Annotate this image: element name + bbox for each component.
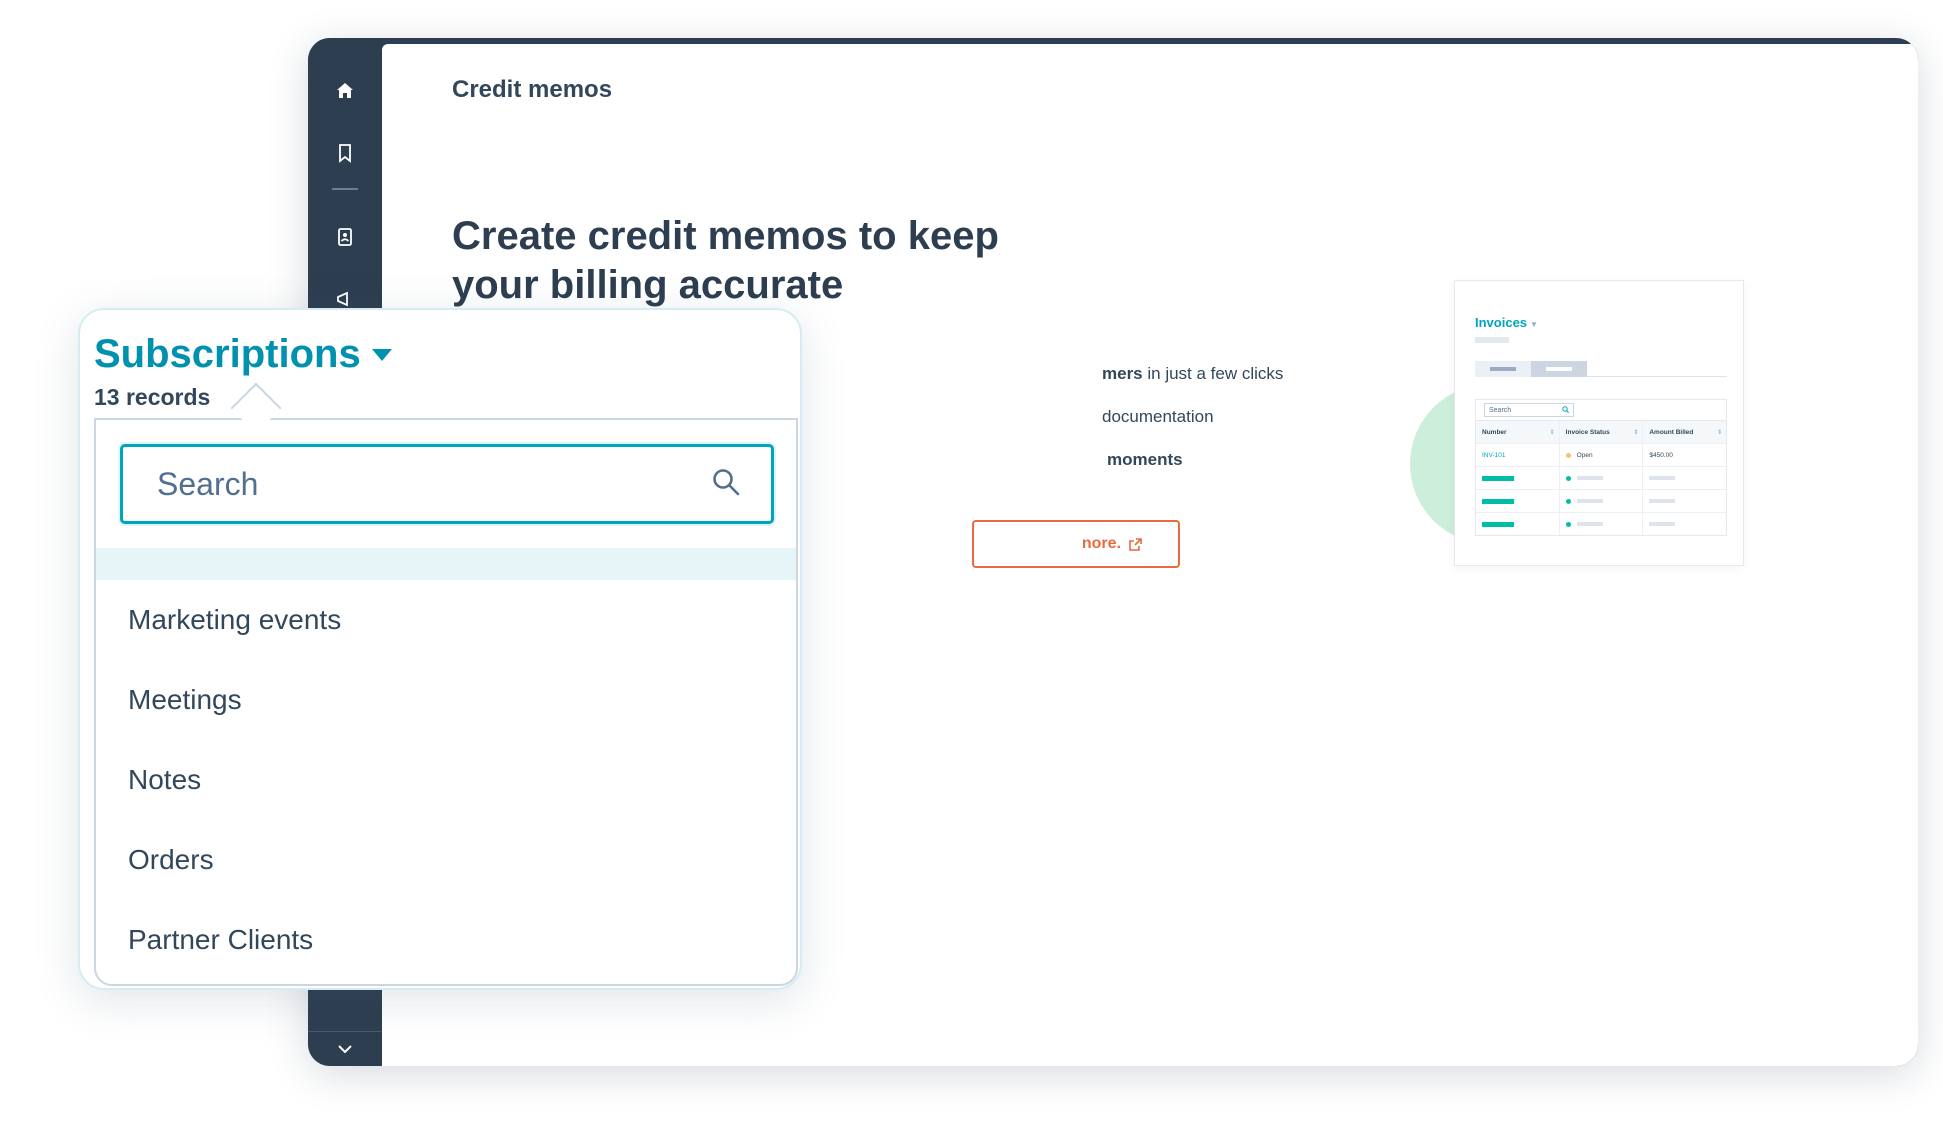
invoices-search-row: Search — [1476, 400, 1726, 421]
table-cell — [1643, 490, 1726, 512]
status-dot — [1565, 475, 1571, 481]
list-item[interactable]: Partner Clients — [96, 900, 796, 980]
sort-icon: ⇕ — [1549, 429, 1555, 436]
table-cell — [1643, 513, 1726, 535]
invoices-search-placeholder: Search — [1489, 406, 1512, 414]
invoices-tab — [1475, 361, 1531, 377]
invoices-title: Invoices ▼ — [1475, 315, 1538, 330]
learn-more-button[interactable]: nore. — [972, 520, 1180, 568]
table-cell — [1476, 467, 1560, 489]
table-cell: INV-101 — [1476, 444, 1560, 466]
external-link-icon — [1129, 537, 1142, 551]
sort-icon: ⇕ — [1633, 429, 1639, 436]
list-item[interactable]: Notes — [96, 740, 796, 820]
table-cell — [1476, 490, 1560, 512]
highlighted-list-item[interactable] — [96, 548, 796, 580]
nav-bottom-divider — [308, 1031, 382, 1032]
sort-icon: ⇕ — [1716, 429, 1723, 436]
feature-text: in just a few clicks — [1142, 364, 1284, 383]
feature-line-1: mers in just a few clicks — [1102, 364, 1283, 384]
page-title: Credit memos — [452, 76, 613, 103]
invoices-subtitle-placeholder — [1475, 337, 1509, 343]
invoices-title-text: Invoices — [1475, 315, 1528, 330]
object-selector-label: Subscriptions — [94, 332, 361, 376]
invoices-table: Search Number ⇕ Invoice Status ⇕ Amount Bi… — [1475, 399, 1727, 536]
invoices-search-box: Search — [1484, 403, 1574, 417]
table-cell: Open — [1560, 444, 1644, 466]
table-row — [1476, 513, 1726, 535]
object-selector-toggle[interactable]: Subscriptions — [94, 332, 393, 377]
table-cell — [1560, 513, 1644, 535]
list-item[interactable]: Meetings — [96, 660, 796, 740]
stage: Credit memos Create credit memos to keep… — [0, 0, 1943, 1124]
chevron-down-icon[interactable] — [330, 1034, 360, 1064]
table-header-row: Number ⇕ Invoice Status ⇕ Amount Billed ⇕ — [1476, 421, 1726, 444]
object-list: Marketing events Meetings Notes Orders P… — [96, 580, 796, 980]
feature-bold: moments — [1107, 450, 1183, 469]
column-header: Amount Billed ⇕ — [1649, 428, 1723, 436]
contacts-icon[interactable] — [330, 222, 360, 252]
feature-line-3: moments — [1107, 450, 1183, 470]
invoices-tab-line — [1587, 376, 1727, 377]
status-dot — [1565, 521, 1571, 527]
table-row — [1476, 467, 1726, 490]
feature-line-2: documentation — [1102, 407, 1214, 427]
search-icon — [1562, 405, 1569, 415]
search-field[interactable] — [120, 444, 774, 524]
record-count: 13 records — [94, 384, 211, 410]
caret-down-icon — [371, 348, 393, 362]
subscriptions-popover: Subscriptions 13 records Marketing event… — [78, 308, 802, 990]
table-cell — [1560, 490, 1644, 512]
status-dot — [1565, 498, 1571, 504]
table-cell — [1643, 467, 1726, 489]
invoices-tabs — [1475, 361, 1587, 377]
search-input[interactable] — [155, 464, 679, 504]
column-header: Invoice Status ⇕ — [1560, 421, 1644, 443]
caret-down-icon: ▼ — [1530, 320, 1538, 329]
learn-more-label: nore. — [1081, 535, 1121, 552]
column-header: Number ⇕ — [1476, 421, 1560, 443]
nav-divider — [332, 188, 358, 190]
feature-text: documentation — [1102, 407, 1214, 426]
bookmark-icon[interactable] — [330, 138, 360, 168]
table-row — [1476, 490, 1726, 513]
list-item[interactable]: Orders — [96, 820, 796, 900]
feature-bold: mers — [1102, 364, 1143, 383]
table-cell — [1476, 513, 1560, 535]
search-icon — [711, 467, 741, 502]
hero-heading: Create credit memos to keep your billing… — [452, 214, 999, 307]
invoices-preview-card: Invoices ▼ Search Number ⇕ Invoice Statu… — [1454, 280, 1744, 566]
list-item[interactable]: Marketing events — [96, 580, 796, 660]
status-dot — [1565, 452, 1571, 458]
table-cell — [1560, 467, 1644, 489]
table-row: INV-101 Open $450.00 — [1476, 444, 1726, 467]
dropdown-panel: Marketing events Meetings Notes Orders P… — [94, 418, 798, 986]
invoices-tab-active — [1531, 361, 1587, 377]
home-icon[interactable] — [330, 76, 360, 106]
table-cell: $450.00 — [1649, 451, 1673, 459]
